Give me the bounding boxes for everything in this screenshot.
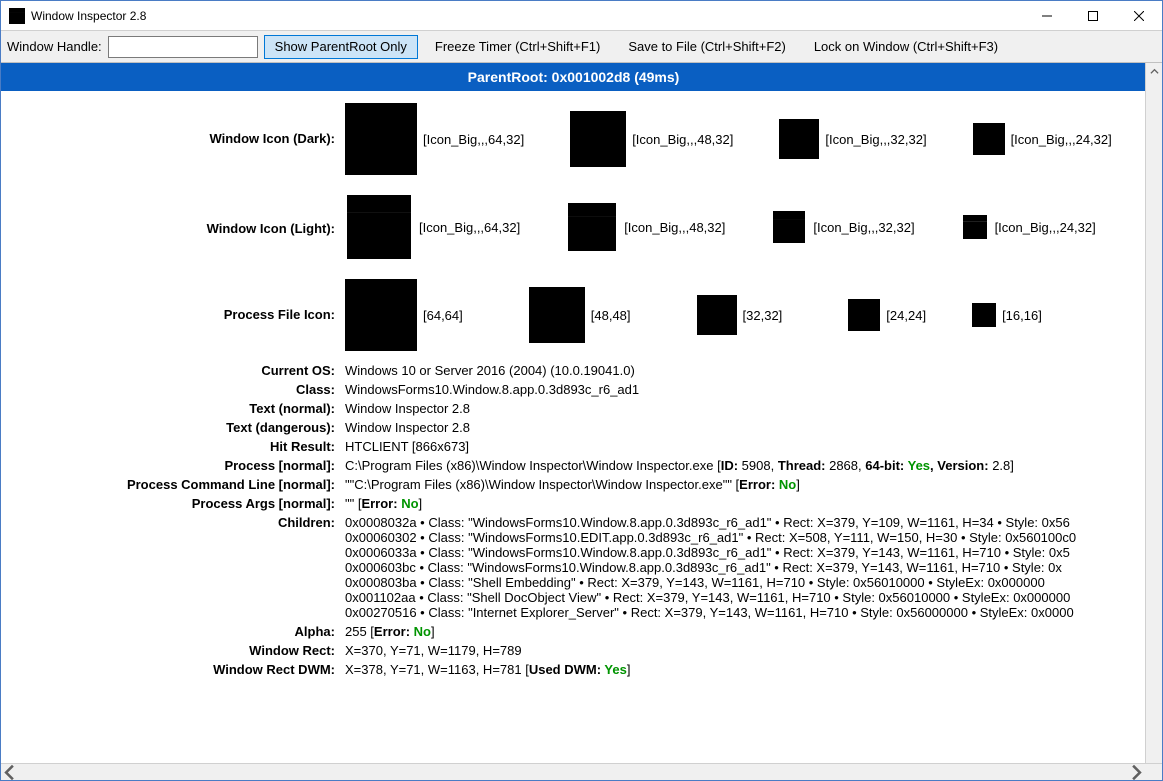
freeze-timer-button[interactable]: Freeze Timer (Ctrl+Shift+F1) bbox=[424, 35, 611, 59]
row-label-alpha: Alpha: bbox=[1, 622, 341, 641]
row-value-process-args: "" [Error: No] bbox=[341, 494, 1145, 513]
scroll-right-icon[interactable] bbox=[1128, 764, 1145, 780]
row-label-text-dangerous: Text (dangerous): bbox=[1, 418, 341, 437]
window-icon bbox=[779, 119, 819, 159]
row-label-process-cmd: Process Command Line [normal]: bbox=[1, 475, 341, 494]
icon-label: [48,48] bbox=[591, 308, 631, 323]
parentroot-banner: ParentRoot: 0x001002d8 (49ms) bbox=[1, 63, 1145, 91]
horizontal-scrollbar[interactable] bbox=[1, 763, 1162, 780]
icon-label: [Icon_Big,,,48,32] bbox=[632, 132, 733, 147]
child-line: 0x000603bc • Class: "WindowsForms10.Wind… bbox=[345, 560, 1142, 575]
maximize-button[interactable] bbox=[1070, 1, 1116, 31]
window-icon bbox=[771, 209, 807, 245]
child-line: 0x00060302 • Class: "WindowsForms10.EDIT… bbox=[345, 530, 1142, 545]
scroll-left-icon[interactable] bbox=[1, 764, 18, 780]
row-value-alpha: 255 [Error: No] bbox=[341, 622, 1145, 641]
row-value-text-normal: Window Inspector 2.8 bbox=[341, 399, 1145, 418]
row-label-process: Process [normal]: bbox=[1, 456, 341, 475]
row-label-hit-result: Hit Result: bbox=[1, 437, 341, 456]
window-handle-input[interactable] bbox=[108, 36, 258, 58]
scroll-up-icon[interactable] bbox=[1146, 63, 1162, 80]
window-icon bbox=[345, 279, 417, 351]
window-icon bbox=[566, 201, 618, 253]
show-parentroot-button[interactable]: Show ParentRoot Only bbox=[264, 35, 418, 59]
row-label-window-rect: Window Rect: bbox=[1, 641, 341, 660]
window-icon bbox=[345, 103, 417, 175]
row-label-process-file-icon: Process File Icon: bbox=[1, 277, 341, 353]
close-button[interactable] bbox=[1116, 1, 1162, 31]
row-label-window-rect-dwm: Window Rect DWM: bbox=[1, 660, 341, 679]
child-line: 0x001102aa • Class: "Shell DocObject Vie… bbox=[345, 590, 1142, 605]
child-line: 0x0006033a • Class: "WindowsForms10.Wind… bbox=[345, 545, 1142, 560]
icon-label: [Icon_Big,,,48,32] bbox=[624, 220, 725, 235]
window-icon bbox=[972, 303, 996, 327]
row-value-window-rect-dwm: X=378, Y=71, W=1163, H=781 [Used DWM: Ye… bbox=[341, 660, 1145, 679]
icon-label: [Icon_Big,,,64,32] bbox=[423, 132, 524, 147]
row-value-process-cmd: ""C:\Program Files (x86)\Window Inspecto… bbox=[341, 475, 1145, 494]
window-icon bbox=[697, 295, 737, 335]
lock-on-window-button[interactable]: Lock on Window (Ctrl+Shift+F3) bbox=[803, 35, 1009, 59]
row-value-icon-dark: [Icon_Big,,,64,32] [Icon_Big,,,48,32] [I… bbox=[341, 101, 1145, 177]
row-label-current-os: Current OS: bbox=[1, 361, 341, 380]
row-label-icon-dark: Window Icon (Dark): bbox=[1, 101, 341, 177]
minimize-button[interactable] bbox=[1024, 1, 1070, 31]
toolbar: Window Handle: Show ParentRoot Only Free… bbox=[1, 31, 1162, 63]
window-icon bbox=[570, 111, 626, 167]
child-line: 0x000803ba • Class: "Shell Embedding" • … bbox=[345, 575, 1142, 590]
row-value-process-file-icon: [64,64] [48,48] [32,32] [24,24] [16,16] bbox=[341, 277, 1145, 353]
titlebar: Window Inspector 2.8 bbox=[1, 1, 1162, 31]
window-icon bbox=[973, 123, 1005, 155]
content-area: ParentRoot: 0x001002d8 (49ms) Window Ico… bbox=[1, 63, 1145, 763]
icon-label: [32,32] bbox=[743, 308, 783, 323]
window-icon bbox=[848, 299, 880, 331]
row-value-text-dangerous: Window Inspector 2.8 bbox=[341, 418, 1145, 437]
child-line: 0x0008032a • Class: "WindowsForms10.Wind… bbox=[345, 515, 1142, 530]
row-label-children: Children: bbox=[1, 513, 341, 622]
row-value-window-rect: X=370, Y=71, W=1179, H=789 bbox=[341, 641, 1145, 660]
row-label-class: Class: bbox=[1, 380, 341, 399]
app-icon bbox=[9, 8, 25, 24]
window-icon bbox=[345, 193, 413, 261]
row-label-icon-light: Window Icon (Light): bbox=[1, 191, 341, 263]
icon-label: [64,64] bbox=[423, 308, 463, 323]
icon-label: [Icon_Big,,,24,32] bbox=[995, 220, 1096, 235]
vertical-scrollbar[interactable] bbox=[1145, 63, 1162, 763]
row-value-process: C:\Program Files (x86)\Window Inspector\… bbox=[341, 456, 1145, 475]
icon-label: [Icon_Big,,,32,32] bbox=[825, 132, 926, 147]
row-label-process-args: Process Args [normal]: bbox=[1, 494, 341, 513]
row-value-class: WindowsForms10.Window.8.app.0.3d893c_r6_… bbox=[341, 380, 1145, 399]
icon-label: [Icon_Big,,,24,32] bbox=[1011, 132, 1112, 147]
window-handle-label: Window Handle: bbox=[7, 39, 102, 54]
window-icon bbox=[529, 287, 585, 343]
window-icon bbox=[961, 213, 989, 241]
icon-label: [Icon_Big,,,64,32] bbox=[419, 220, 520, 235]
child-line: 0x00270516 • Class: "Internet Explorer_S… bbox=[345, 605, 1142, 620]
row-value-children: 0x0008032a • Class: "WindowsForms10.Wind… bbox=[341, 513, 1145, 622]
icon-label: [16,16] bbox=[1002, 308, 1042, 323]
window-title: Window Inspector 2.8 bbox=[31, 9, 146, 23]
icon-label: [Icon_Big,,,32,32] bbox=[813, 220, 914, 235]
row-label-text-normal: Text (normal): bbox=[1, 399, 341, 418]
row-value-current-os: Windows 10 or Server 2016 (2004) (10.0.1… bbox=[341, 361, 1145, 380]
save-to-file-button[interactable]: Save to File (Ctrl+Shift+F2) bbox=[617, 35, 797, 59]
icon-label: [24,24] bbox=[886, 308, 926, 323]
row-value-hit-result: HTCLIENT [866x673] bbox=[341, 437, 1145, 456]
row-value-icon-light: [Icon_Big,,,64,32] [Icon_Big,,,48,32] [I… bbox=[341, 191, 1145, 263]
